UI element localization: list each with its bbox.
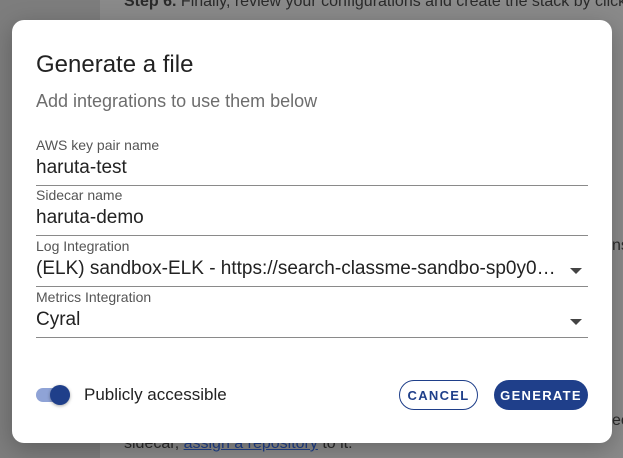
aws-key-pair-label: AWS key pair name (36, 137, 160, 153)
log-integration-value[interactable]: (ELK) sandbox-ELK - https://search-class… (36, 257, 588, 287)
aws-key-pair-input[interactable]: haruta-test (36, 156, 588, 186)
publicly-accessible-toggle[interactable] (36, 385, 70, 405)
background-step-label: Step 6. (124, 0, 177, 10)
sidecar-name-field[interactable]: Sidecar name haruta-demo (36, 187, 588, 236)
metrics-integration-value[interactable]: Cyral (36, 308, 588, 338)
background-side-fragment: ns (612, 237, 623, 254)
generate-file-dialog: Generate a file Add integrations to use … (12, 20, 612, 443)
dialog-subtitle: Add integrations to use them below (36, 91, 318, 111)
dialog-title: Generate a file (36, 51, 194, 78)
sidecar-name-label: Sidecar name (36, 187, 123, 203)
log-integration-label: Log Integration (36, 238, 130, 254)
background-side-fragment-2: ec (612, 412, 623, 429)
background-step-body: Finally, review your configurations and … (176, 0, 623, 10)
log-integration-select[interactable]: Log Integration (ELK) sandbox-ELK - http… (36, 238, 588, 287)
background-step-text: Step 6. Finally, review your configurati… (124, 0, 623, 11)
cancel-button[interactable]: CANCEL (399, 380, 478, 410)
aws-key-pair-field[interactable]: AWS key pair name haruta-test (36, 137, 588, 186)
publicly-accessible-label: Publicly accessible (84, 385, 227, 404)
metrics-integration-label: Metrics Integration (36, 289, 152, 305)
chevron-down-icon[interactable] (570, 268, 582, 274)
generate-button[interactable]: GENERATE (494, 380, 588, 410)
chevron-down-icon[interactable] (570, 319, 582, 325)
sidecar-name-input[interactable]: haruta-demo (36, 206, 588, 236)
metrics-integration-select[interactable]: Metrics Integration Cyral (36, 289, 588, 338)
toggle-thumb[interactable] (50, 385, 70, 405)
